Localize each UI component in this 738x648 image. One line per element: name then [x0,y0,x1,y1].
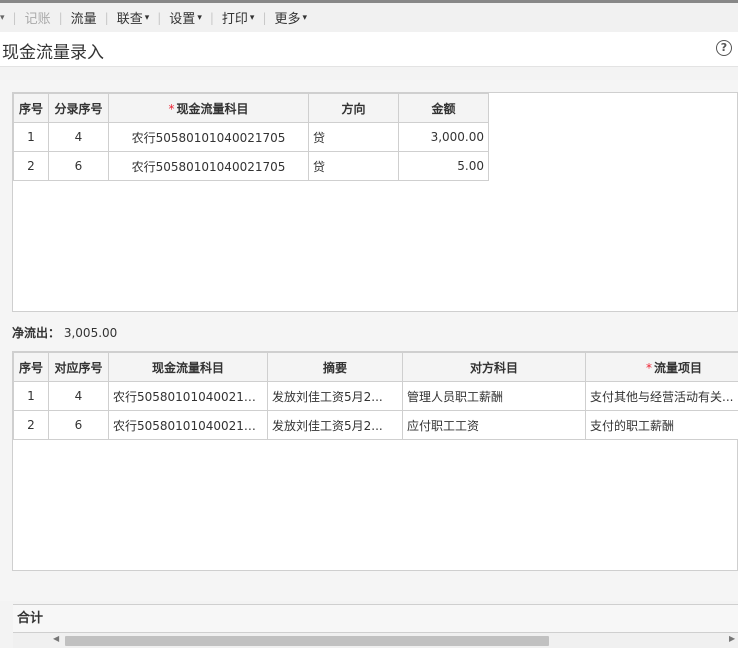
cell-index: 1 [14,382,49,411]
chevron-down-icon[interactable]: ▾ [0,3,5,32]
required-marker: * [168,102,174,116]
toolbar-separator: | [262,11,266,25]
scroll-left-icon[interactable]: ◀ [53,634,59,643]
net-outflow: 净流出： 3,005.00 [12,324,117,341]
toolbar-settings-dropdown[interactable]: 设置▾ [169,3,202,32]
cell-summary: 发放刘佳工资5月2... [268,382,403,411]
cell-index: 2 [14,152,49,181]
chevron-down-icon: ▾ [303,13,308,23]
col-header-cashflow-account: 现金流量科目 [109,353,268,382]
horizontal-scrollbar[interactable]: ◀ ▶ [13,632,738,648]
col-header-amount: 金额 [399,94,489,123]
cashflow-item-table: 序号 对应序号 现金流量科目 摘要 对方科目 *流量项目 1 4 农行50580… [12,351,738,571]
cell-related-index: 6 [49,411,109,440]
cell-related-index: 4 [49,382,109,411]
cell-flow-item[interactable]: 支付其他与经营活动有关... [586,382,738,411]
cell-amount: 5.00 [399,152,489,181]
cell-flow-item[interactable]: 支付的职工薪酬 [586,411,738,440]
net-outflow-value: 3,005.00 [64,326,117,340]
toolbar-separator: | [59,11,63,25]
table-row[interactable]: 2 6 农行50580101040021705 贷 5.00 [14,152,489,181]
net-outflow-label: 净流出： [12,326,60,340]
cashflow-item-grid: 序号 对应序号 现金流量科目 摘要 对方科目 *流量项目 1 4 农行50580… [13,352,738,440]
cell-amount: 3,000.00 [399,123,489,152]
cell-index: 1 [14,123,49,152]
col-header-counter-account: 对方科目 [403,353,586,382]
cell-counter-account: 应付职工工资 [403,411,586,440]
cashflow-account-grid: 序号 分录序号 *现金流量科目 方向 金额 1 4 农行505801010400… [13,93,489,181]
cell-index: 2 [14,411,49,440]
cell-cashflow-account[interactable]: 农行50580101040021705 [109,152,309,181]
table-row[interactable]: 2 6 农行50580101040021705 发放刘佳工资5月2... 应付职… [14,411,738,440]
page-title: 现金流量录入 [2,38,104,63]
col-header-direction: 方向 [309,94,399,123]
cell-cashflow-account: 农行50580101040021705 [109,411,268,440]
scroll-right-icon[interactable]: ▶ [729,634,735,643]
col-header-flow-item: *流量项目 [586,353,738,382]
col-header-index: 序号 [14,353,49,382]
toolbar-separator: | [105,11,109,25]
scrollbar-thumb[interactable] [65,636,549,646]
total-label: 合计 [17,611,43,626]
col-header-cashflow-account: *现金流量科目 [109,94,309,123]
toolbar-liuliang-button[interactable]: 流量 [71,3,97,32]
cell-counter-account: 管理人员职工薪酬 [403,382,586,411]
toolbar-separator: | [157,11,161,25]
total-row: 合计 [13,604,738,632]
chevron-down-icon: ▾ [250,13,255,23]
cell-direction: 贷 [309,152,399,181]
title-bar: 现金流量录入 ? [0,32,738,67]
table-header-row: 序号 分录序号 *现金流量科目 方向 金额 [14,94,489,123]
col-header-index: 序号 [14,94,49,123]
col-header-entry-index: 分录序号 [49,94,109,123]
toolbar-lianzha-dropdown[interactable]: 联查▾ [117,3,150,32]
toolbar-separator: | [210,11,214,25]
toolbar-separator: | [13,11,17,25]
table-row[interactable]: 1 4 农行50580101040021705 贷 3,000.00 [14,123,489,152]
cell-direction: 贷 [309,123,399,152]
cell-summary: 发放刘佳工资5月2... [268,411,403,440]
toolbar-more-dropdown[interactable]: 更多▾ [274,3,307,32]
help-icon[interactable]: ? [716,40,732,56]
cell-entry-index: 6 [49,152,109,181]
toolbar-print-dropdown[interactable]: 打印▾ [222,3,255,32]
table-header-row: 序号 对应序号 现金流量科目 摘要 对方科目 *流量项目 [14,353,738,382]
toolbar: ▾ | 记账 | 流量 | 联查▾ | 设置▾ | 打印▾ | 更多▾ [0,0,738,32]
table-row[interactable]: 1 4 农行50580101040021705 发放刘佳工资5月2... 管理人… [14,382,738,411]
cell-entry-index: 4 [49,123,109,152]
col-header-related-index: 对应序号 [49,353,109,382]
chevron-down-icon: ▾ [197,13,202,23]
chevron-down-icon: ▾ [145,13,150,23]
toolbar-jizhang-button[interactable]: 记账 [25,3,51,32]
col-header-summary: 摘要 [268,353,403,382]
cell-cashflow-account[interactable]: 农行50580101040021705 [109,123,309,152]
cell-cashflow-account: 农行50580101040021705 [109,382,268,411]
cashflow-account-table: 序号 分录序号 *现金流量科目 方向 金额 1 4 农行505801010400… [12,92,738,312]
content-panel: 序号 分录序号 *现金流量科目 方向 金额 1 4 农行505801010400… [0,80,738,601]
required-marker: * [646,361,652,375]
